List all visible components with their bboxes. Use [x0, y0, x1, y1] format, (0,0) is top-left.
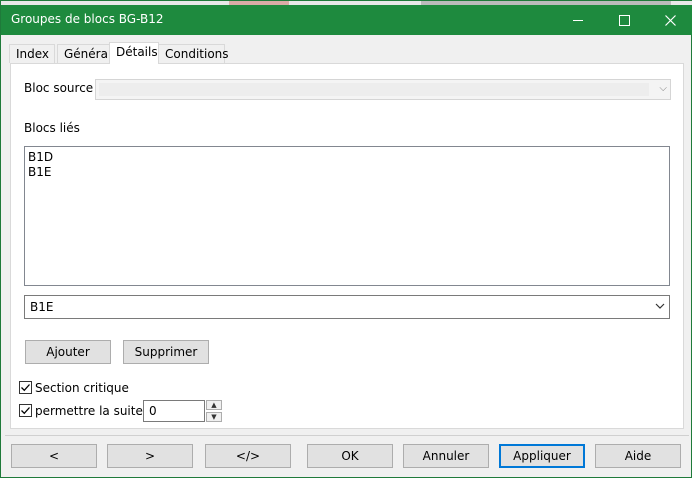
ok-button[interactable]: OK [307, 444, 393, 468]
continuation-stepper: ▲ ▼ [206, 400, 222, 422]
continuation-value: 0 [149, 404, 157, 418]
maximize-button[interactable] [601, 5, 647, 35]
source-block-label: Bloc source [24, 81, 94, 95]
footer-divider [5, 435, 689, 436]
cancel-button[interactable]: Annuler [403, 444, 489, 468]
previous-button[interactable]: < [11, 444, 97, 468]
tab-details[interactable]: Détails [109, 42, 159, 64]
tab-conditions[interactable]: Conditions [158, 44, 229, 63]
block-select-value: B1E [30, 300, 54, 314]
block-select[interactable]: B1E [24, 295, 670, 319]
title-bar: Groupes de blocs BG-B12 [1, 5, 692, 35]
tab-index[interactable]: Index [9, 44, 55, 63]
list-item[interactable]: B1D [28, 150, 669, 165]
next-button[interactable]: > [107, 444, 193, 468]
dialog-window: Groupes de blocs BG-B12 Index Général Dé… [0, 0, 692, 478]
minimize-button[interactable] [555, 5, 601, 35]
critical-section-checkbox[interactable] [19, 381, 32, 394]
remove-button[interactable]: Supprimer [123, 340, 209, 364]
critical-section-label: Section critique [35, 381, 129, 395]
minimize-icon [573, 19, 583, 21]
allow-continuation-checkbox[interactable] [19, 404, 32, 417]
allow-continuation-label: permettre la suite [35, 404, 143, 418]
close-icon [664, 14, 676, 26]
help-button[interactable]: Aide [595, 444, 681, 468]
checkmark-icon [21, 407, 30, 415]
source-block-select[interactable]: ⌵ [95, 79, 671, 100]
chevron-down-icon [655, 303, 665, 309]
source-block-value [99, 83, 649, 96]
checkmark-icon [21, 384, 30, 392]
code-button[interactable]: </> [205, 444, 291, 468]
continuation-value-input[interactable]: 0 [143, 400, 205, 422]
linked-blocks-label: Blocs liés [24, 121, 80, 135]
maximize-icon [618, 14, 630, 26]
apply-button[interactable]: Appliquer [499, 444, 585, 468]
tab-general[interactable]: Général [57, 44, 111, 63]
add-button[interactable]: Ajouter [25, 340, 111, 364]
list-item[interactable]: B1E [28, 165, 669, 180]
window-title: Groupes de blocs BG-B12 [11, 12, 164, 26]
spin-up-icon[interactable]: ▲ [206, 400, 222, 410]
spin-down-icon[interactable]: ▼ [206, 412, 222, 422]
linked-blocks-list[interactable]: B1D B1E [24, 146, 670, 286]
close-button[interactable] [647, 5, 692, 35]
chevron-down-icon: ⌵ [659, 83, 667, 94]
